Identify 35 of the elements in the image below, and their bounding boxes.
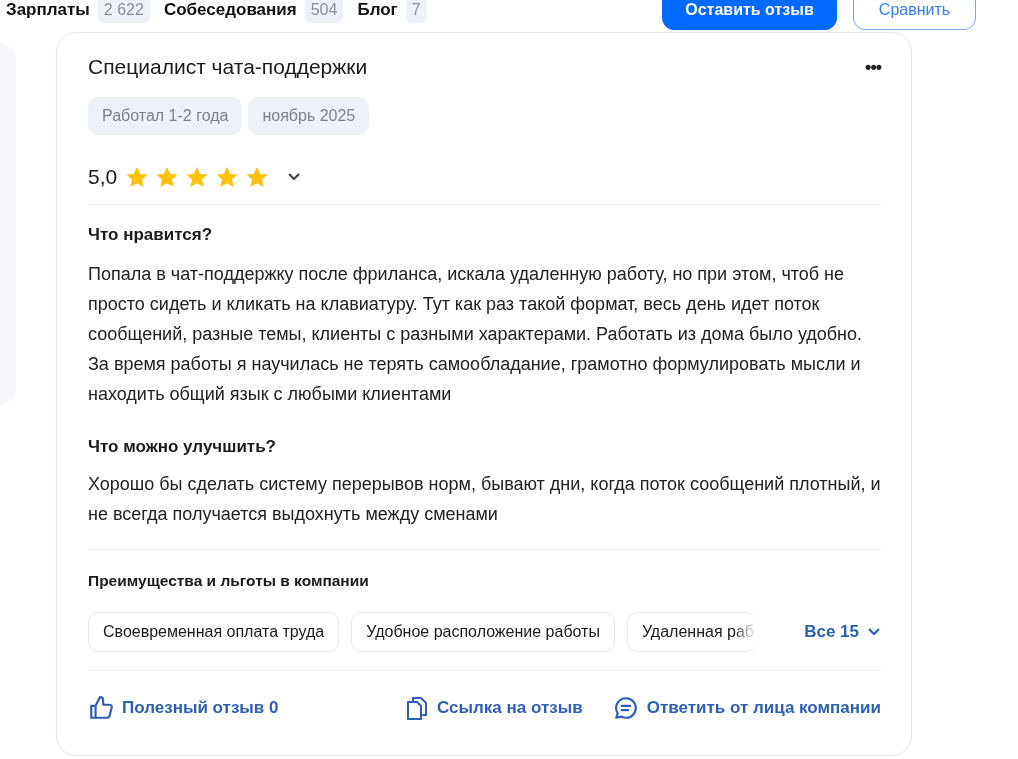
review-title: Специалист чата-поддержки [88, 55, 368, 79]
count-badge: 7 [405, 0, 427, 23]
helpful-button[interactable]: Полезный отзыв 0 [88, 695, 279, 721]
reply-button[interactable]: Ответить от лица компании [612, 695, 881, 721]
more-button[interactable]: ••• [865, 56, 881, 78]
count-badge: 504 [304, 0, 344, 23]
chat-icon [612, 695, 639, 721]
show-all-button[interactable]: Все 15 [804, 622, 881, 642]
rating-value: 5,0 [88, 165, 118, 189]
benefit-tag: Своевременная оплата труда [88, 612, 340, 652]
star-icon [125, 165, 150, 189]
section-heading: Что можно улучшить? [88, 437, 277, 457]
count-badge: 2 622 [97, 0, 150, 23]
star-icon [155, 165, 180, 189]
info-tag: Работал 1-2 года [88, 97, 243, 135]
info-tag: ноябрь 2025 [248, 97, 370, 135]
chevron-down-icon [287, 172, 302, 182]
nav-link[interactable]: Собеседования [163, 0, 297, 20]
review-text: Попала в чат-поддержку после фриланса, искала удаленную работу, но при этом, чтоб не просто сидеть и кликать на клавиатуру. Тут как раз такой формат, весь день идет поток сообщений, разные темы, клиенты с разными характерами. Работать из дома было удобно. За время работы я научилась не терять самообладание, грамотно формулировать мысли и находить общий язык с любыми клиентами [88, 263, 864, 406]
benefit-tag: Удаленная раб [626, 612, 756, 652]
star-icon [245, 165, 270, 189]
star-icon [215, 165, 240, 189]
chevron-down-icon [867, 627, 881, 637]
copy-link-button[interactable]: Ссылка на отзыв [405, 695, 583, 721]
benefit-tag: Удобное расположение работы [351, 612, 615, 652]
compare-button[interactable]: Сравнить [853, 0, 976, 30]
review-text: Хорошо бы сделать систему перерывов норм, бывают дни, когда поток сообщений плотный, и не всегда получается выдохнуть между сменами [88, 473, 881, 526]
copy-icon [405, 695, 430, 721]
nav-link[interactable]: Зарплаты [6, 0, 90, 20]
thumbs-up-icon [88, 695, 114, 721]
benefits-heading: Преимущества и льготы в компании [88, 572, 370, 590]
star-icon [185, 165, 210, 189]
leave-review-button[interactable]: Оставить отзыв [662, 0, 837, 30]
section-heading: Что нравится? [88, 225, 214, 245]
nav-link[interactable]: Блог [357, 0, 398, 20]
